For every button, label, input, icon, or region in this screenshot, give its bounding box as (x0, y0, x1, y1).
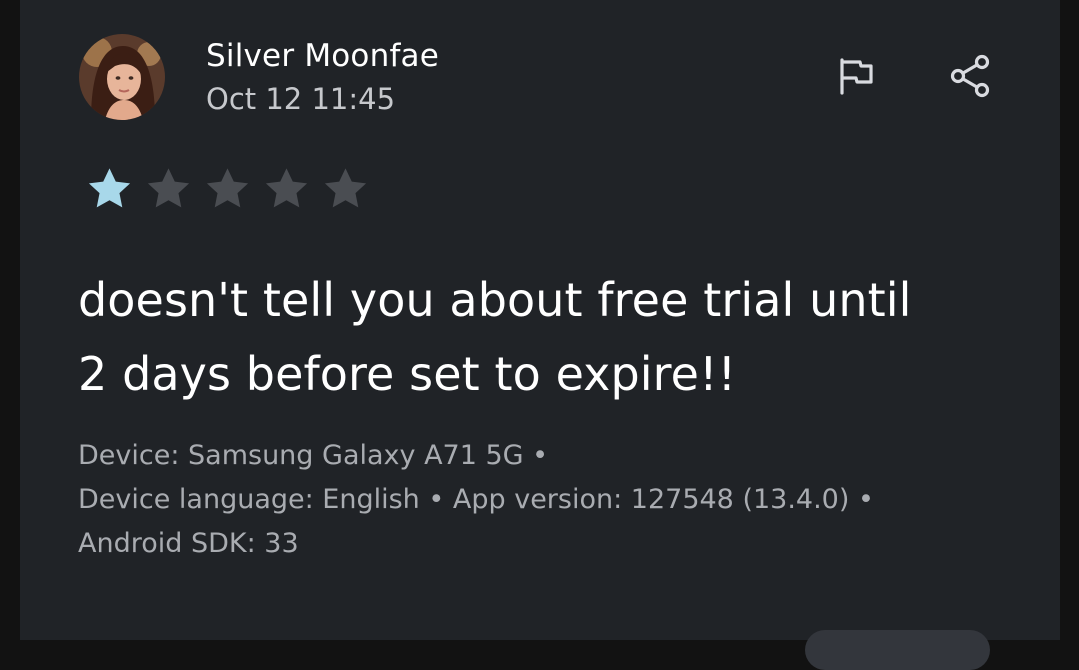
review-text-line: doesn't tell you about free trial until (78, 273, 912, 327)
android-sdk: Android SDK: 33 (78, 528, 299, 559)
star-empty-icon (324, 168, 367, 208)
star-empty-icon (206, 168, 249, 208)
avatar-image (79, 34, 165, 120)
review-device-info: Device: Samsung Galaxy A71 5G • Device l… (78, 434, 1038, 566)
avatar[interactable] (79, 34, 165, 120)
review-timestamp: Oct 12 11:45 (206, 82, 396, 116)
star-rating (80, 163, 375, 215)
share-icon (950, 54, 990, 98)
flag-icon (840, 58, 873, 95)
share-button[interactable] (942, 48, 998, 104)
review-author: Silver Moonfae (206, 38, 440, 74)
flag-button[interactable] (828, 48, 884, 104)
reply-button[interactable] (805, 630, 990, 670)
device-language-app-version: Device language: English • App version: … (78, 484, 874, 515)
review-text: doesn't tell you about free trial until … (78, 263, 1038, 411)
device-name: Device: Samsung Galaxy A71 5G • (78, 440, 549, 471)
star-empty-icon (265, 168, 308, 208)
star-filled-icon (88, 168, 131, 208)
star-empty-icon (147, 168, 190, 208)
review-text-line: 2 days before set to expire!! (78, 347, 737, 401)
review-card: Silver Moonfae Oct 12 11:45 doesn't tell… (20, 0, 1060, 670)
